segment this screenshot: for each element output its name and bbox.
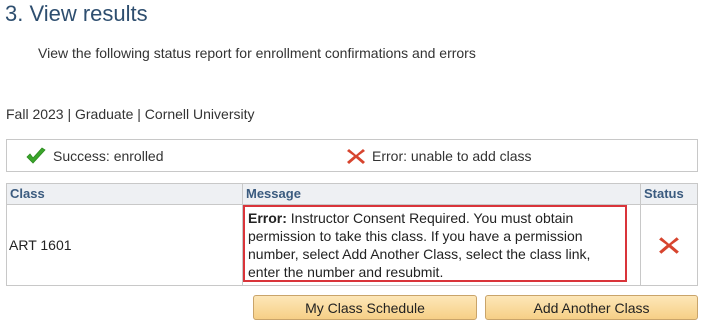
legend-error: Error: unable to add class <box>346 147 532 165</box>
status-legend: Success: enrolled Error: unable to add c… <box>6 139 698 172</box>
checkmark-icon <box>26 147 46 164</box>
table-row-message-cell: Error: Instructor Consent Required. You … <box>243 204 641 285</box>
results-table: Class Message Status ART 1601 Error: Ins… <box>6 183 698 286</box>
my-class-schedule-button[interactable]: My Class Schedule <box>253 295 477 320</box>
legend-error-label: Error: unable to add class <box>372 148 532 164</box>
column-header-status: Status <box>641 184 697 204</box>
error-prefix: Error: <box>248 210 287 226</box>
x-icon <box>659 237 679 254</box>
term-info: Fall 2023 | Graduate | Cornell Universit… <box>6 106 255 122</box>
error-message-highlight: Error: Instructor Consent Required. You … <box>243 205 627 282</box>
table-row-class-cell: ART 1601 <box>7 204 243 285</box>
step-title: 3. View results <box>5 1 148 26</box>
class-name: ART 1601 <box>9 237 72 253</box>
column-header-class: Class <box>7 184 243 204</box>
x-icon <box>347 149 365 164</box>
table-row-status-cell <box>641 204 697 285</box>
legend-success: Success: enrolled <box>25 147 164 165</box>
add-another-class-button[interactable]: Add Another Class <box>485 295 698 320</box>
column-header-message: Message <box>243 184 641 204</box>
error-message-text: Instructor Consent Required. You must ob… <box>248 210 591 280</box>
legend-success-label: Success: enrolled <box>53 148 164 164</box>
step-description: View the following status report for enr… <box>38 45 476 61</box>
